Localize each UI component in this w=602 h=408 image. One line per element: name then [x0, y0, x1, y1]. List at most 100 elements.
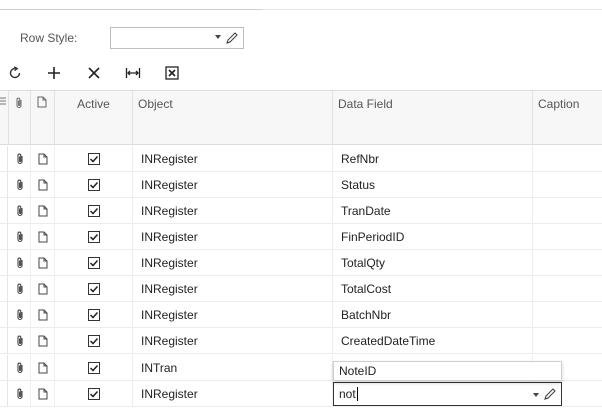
checkbox-checked-icon — [87, 257, 100, 269]
pencil-icon[interactable] — [543, 387, 557, 401]
note-cell[interactable] — [31, 172, 55, 198]
active-checkbox[interactable] — [55, 381, 133, 407]
chevron-down-icon[interactable] — [533, 393, 539, 397]
document-icon — [38, 283, 47, 295]
add-row-button[interactable] — [43, 62, 65, 84]
note-cell[interactable] — [31, 328, 55, 354]
note-cell[interactable] — [31, 198, 55, 224]
document-icon — [38, 388, 47, 400]
column-header-caption[interactable]: Caption — [533, 91, 602, 145]
table-row[interactable]: INRegister TotalQty — [0, 250, 602, 276]
caption-cell[interactable] — [533, 146, 602, 172]
object-cell[interactable]: INRegister — [133, 250, 333, 276]
active-checkbox[interactable] — [55, 172, 133, 198]
caption-cell[interactable] — [533, 328, 602, 354]
attachment-cell[interactable] — [9, 146, 31, 172]
fit-columns-button[interactable] — [122, 62, 144, 84]
row-selector[interactable] — [0, 381, 8, 407]
object-cell[interactable]: INRegister — [133, 381, 333, 407]
active-checkbox[interactable] — [55, 302, 133, 328]
data-field-cell[interactable]: FinPeriodID — [333, 224, 533, 250]
note-cell[interactable] — [31, 224, 55, 250]
data-field-editor[interactable]: not — [333, 382, 562, 406]
note-cell[interactable] — [31, 355, 55, 381]
attachment-cell[interactable] — [9, 198, 31, 224]
row-selector[interactable] — [0, 172, 8, 198]
delete-row-button[interactable] — [83, 62, 105, 84]
table-row[interactable]: INRegister BatchNbr — [0, 302, 602, 328]
data-field-cell[interactable]: TranDate — [333, 198, 533, 224]
active-checkbox[interactable] — [55, 146, 133, 172]
object-cell[interactable]: INRegister — [133, 328, 333, 354]
data-field-cell[interactable]: CreatedDateTime — [333, 328, 533, 354]
table-row[interactable]: INRegister RefNbr — [0, 146, 602, 172]
autocomplete-suggestion[interactable]: NoteID — [333, 361, 562, 381]
paperclip-icon — [16, 231, 23, 243]
object-cell[interactable]: INRegister — [133, 172, 333, 198]
table-row[interactable]: INRegister Status — [0, 172, 602, 198]
active-checkbox[interactable] — [55, 276, 133, 302]
row-selector[interactable] — [0, 146, 8, 172]
active-checkbox[interactable] — [55, 328, 133, 354]
row-style-select[interactable] — [110, 27, 244, 49]
caption-cell[interactable] — [533, 198, 602, 224]
attachment-cell[interactable] — [9, 172, 31, 198]
data-field-editor-text[interactable]: not — [339, 387, 356, 401]
column-header-object[interactable]: Object — [133, 91, 333, 145]
caption-cell[interactable] — [533, 224, 602, 250]
note-cell[interactable] — [31, 146, 55, 172]
object-cell[interactable]: INRegister — [133, 146, 333, 172]
data-field-cell[interactable]: Status — [333, 172, 533, 198]
active-checkbox[interactable] — [55, 198, 133, 224]
note-cell[interactable] — [31, 381, 55, 407]
attachment-cell[interactable] — [9, 381, 31, 407]
note-cell[interactable] — [31, 250, 55, 276]
active-checkbox[interactable] — [55, 250, 133, 276]
row-selector[interactable] — [0, 276, 8, 302]
column-header-active[interactable]: Active — [55, 91, 133, 145]
table-row[interactable]: INRegister FinPeriodID — [0, 224, 602, 250]
document-icon — [38, 231, 47, 243]
note-header — [31, 91, 55, 145]
data-field-cell[interactable]: BatchNbr — [333, 302, 533, 328]
attachment-cell[interactable] — [9, 328, 31, 354]
active-checkbox[interactable] — [55, 224, 133, 250]
row-selector[interactable] — [0, 224, 8, 250]
refresh-button[interactable] — [4, 62, 26, 84]
attachment-cell[interactable] — [9, 276, 31, 302]
object-cell[interactable]: INTran — [133, 355, 333, 381]
row-selector[interactable] — [0, 302, 8, 328]
object-cell[interactable]: INRegister — [133, 276, 333, 302]
note-cell[interactable] — [31, 302, 55, 328]
note-cell[interactable] — [31, 276, 55, 302]
attachment-cell[interactable] — [9, 355, 31, 381]
table-row[interactable]: INRegister TotalCost — [0, 276, 602, 302]
chevron-down-icon[interactable] — [215, 35, 221, 39]
export-excel-button[interactable] — [161, 62, 183, 84]
table-row[interactable]: INRegister CreatedDateTime — [0, 328, 602, 354]
pencil-icon[interactable] — [225, 31, 239, 45]
caption-cell[interactable] — [533, 276, 602, 302]
column-header-data-field[interactable]: Data Field — [333, 91, 533, 145]
object-cell[interactable]: INRegister — [133, 198, 333, 224]
caption-cell[interactable] — [533, 250, 602, 276]
checkbox-checked-icon — [87, 231, 100, 243]
row-selector[interactable] — [0, 355, 8, 381]
attachment-cell[interactable] — [9, 224, 31, 250]
data-field-cell[interactable]: TotalCost — [333, 276, 533, 302]
row-selector[interactable] — [0, 250, 8, 276]
object-cell[interactable]: INRegister — [133, 224, 333, 250]
object-cell[interactable]: INRegister — [133, 302, 333, 328]
row-selector[interactable] — [0, 198, 8, 224]
paperclip-icon — [16, 97, 22, 108]
row-selector[interactable] — [0, 328, 8, 354]
active-checkbox[interactable] — [55, 355, 133, 381]
data-field-cell[interactable]: RefNbr — [333, 146, 533, 172]
caption-cell[interactable] — [533, 302, 602, 328]
data-field-cell[interactable]: TotalQty — [333, 250, 533, 276]
caption-cell[interactable] — [533, 172, 602, 198]
grid-toolbar — [0, 62, 602, 84]
attachment-cell[interactable] — [9, 302, 31, 328]
table-row[interactable]: INRegister TranDate — [0, 198, 602, 224]
attachment-cell[interactable] — [9, 250, 31, 276]
